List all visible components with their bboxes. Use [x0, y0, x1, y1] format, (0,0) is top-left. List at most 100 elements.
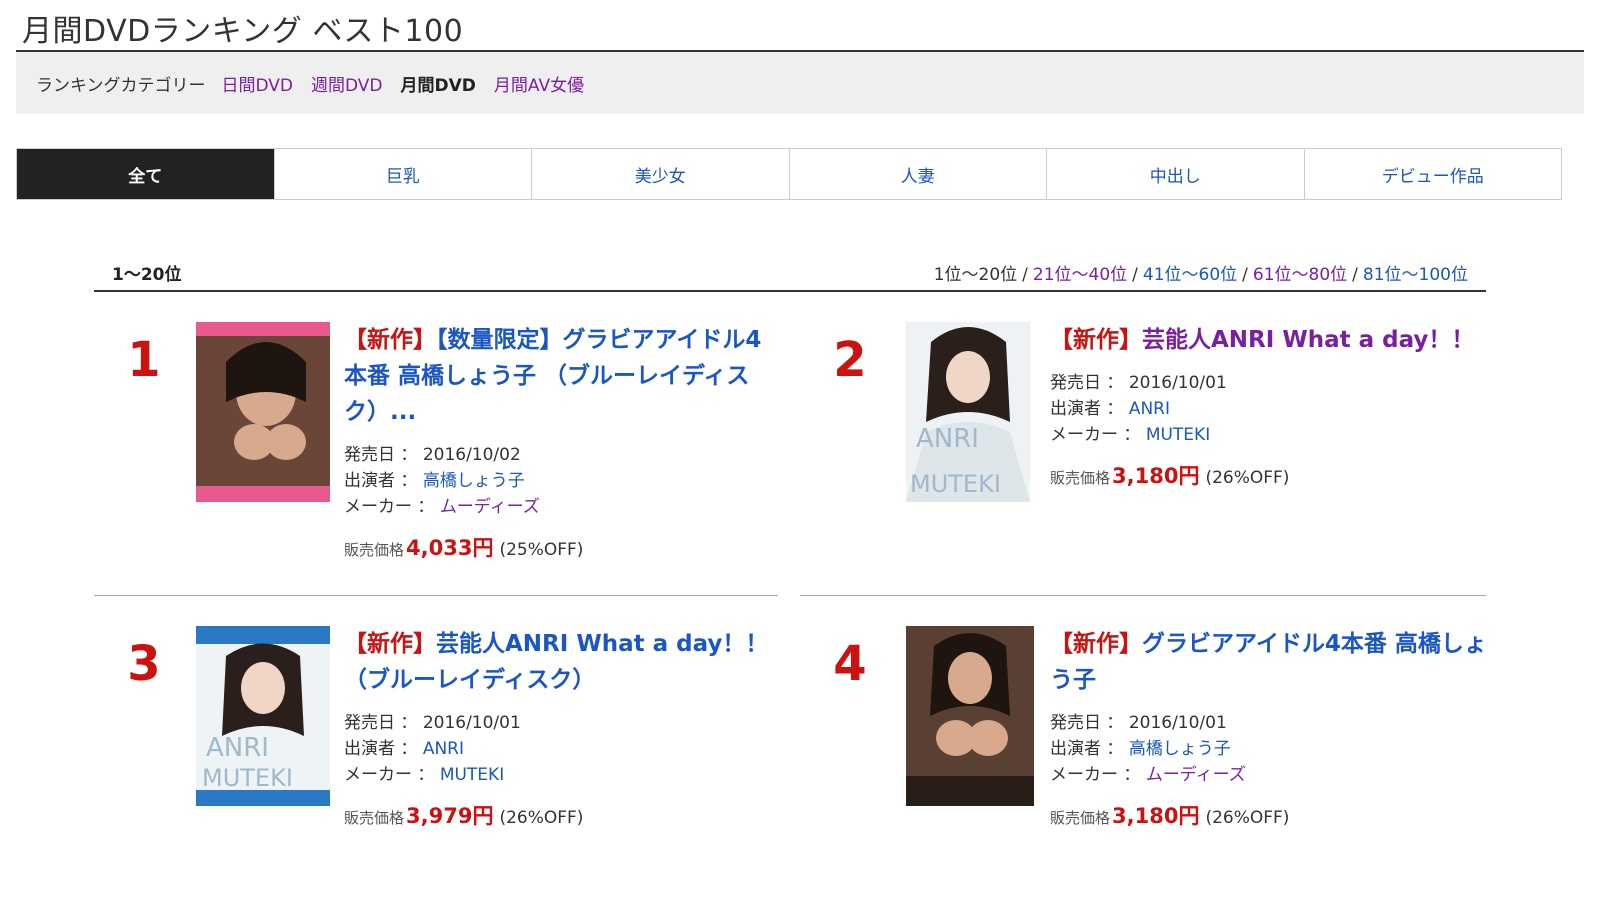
cover-image-icon: [196, 322, 330, 502]
tab-beautiful-girl[interactable]: 美少女: [531, 149, 789, 199]
product-title-link[interactable]: 【新作】【数量限定】グラビアアイドル4本番 高橋しょう子 （ブルーレイディスク）…: [344, 322, 784, 430]
performer-label: 出演者: [1050, 739, 1101, 759]
svg-text:ANRI: ANRI: [916, 424, 979, 454]
pager-separator: /: [1132, 265, 1138, 285]
cover-image-icon: [906, 626, 1034, 806]
colon: ：: [400, 471, 418, 491]
category-monthly-actress[interactable]: 月間AV女優: [494, 71, 584, 96]
release-date: 2016/10/01: [1128, 373, 1227, 393]
colon: ：: [1106, 373, 1124, 393]
release-date: 2016/10/01: [1128, 713, 1227, 733]
row-divider: [800, 595, 1486, 596]
pager-61-80[interactable]: 61位〜80位: [1253, 265, 1347, 285]
svg-text:ANRI: ANRI: [206, 733, 269, 763]
colon: ：: [417, 497, 435, 517]
category-weekly-dvd[interactable]: 週間DVD: [311, 71, 383, 96]
maker-label: メーカー: [344, 497, 412, 517]
pager-81-100[interactable]: 81位〜100位: [1363, 265, 1468, 285]
price-row: 販売価格3,180円 (26%OFF): [1050, 800, 1490, 830]
category-monthly-dvd[interactable]: 月間DVD: [401, 71, 476, 96]
price-row: 販売価格3,180円 (26%OFF): [1050, 460, 1490, 490]
tab-big-breasts[interactable]: 巨乳: [273, 149, 532, 199]
performer-link[interactable]: 高橋しょう子: [423, 471, 525, 491]
tab-married-woman[interactable]: 人妻: [788, 149, 1047, 199]
performer-link[interactable]: ANRI: [423, 739, 464, 759]
maker-label: メーカー: [344, 765, 412, 785]
release-date: 2016/10/01: [422, 713, 521, 733]
price-label: 販売価格: [1050, 809, 1111, 827]
category-daily-dvd[interactable]: 日間DVD: [222, 71, 294, 96]
colon: ：: [1123, 765, 1141, 785]
new-tag: 【新作】: [344, 327, 436, 353]
maker-link[interactable]: ムーディーズ: [1146, 765, 1246, 785]
price-label: 販売価格: [344, 809, 405, 827]
product-info: 【新作】【数量限定】グラビアアイドル4本番 高橋しょう子 （ブルーレイディスク）…: [344, 322, 784, 562]
price-value: 4,033円: [406, 536, 494, 560]
product-title-link[interactable]: 【新作】グラビアアイドル4本番 高橋しょう子: [1050, 626, 1490, 698]
price-label: 販売価格: [1050, 469, 1111, 487]
maker-link[interactable]: MUTEKI: [440, 765, 504, 785]
product-meta: 発売日 ： 2016/10/01 出演者 ： 高橋しょう子 メーカー ： ムーデ…: [1050, 710, 1490, 788]
product-thumbnail[interactable]: [196, 322, 330, 502]
product-title: 芸能人ANRI What a day！！: [1142, 327, 1475, 353]
release-date: 2016/10/02: [422, 445, 521, 465]
ranking-item: 2 ANRI MUTEKI 【新作】芸能人ANRI What a day！！ 発…: [800, 322, 1490, 602]
colon: ：: [1123, 425, 1141, 445]
tab-all[interactable]: 全て: [17, 149, 274, 199]
rank-number: 2: [833, 332, 867, 388]
performer-link[interactable]: ANRI: [1129, 399, 1170, 419]
discount: (26%OFF): [499, 808, 584, 828]
genre-tabs: 全て 巨乳 美少女 人妻 中出し デビュー作品: [16, 148, 1562, 200]
ranking-category-bar: ランキングカテゴリー 日間DVD 週間DVD 月間DVD 月間AV女優: [16, 52, 1584, 114]
tab-creampie[interactable]: 中出し: [1046, 149, 1304, 199]
price-row: 販売価格4,033円 (25%OFF): [344, 532, 784, 562]
ranking-item: 1 【新作】【数量限定】グラビアアイドル4本番 高橋しょう子 （ブルーレイディス…: [94, 322, 784, 602]
pager-41-60[interactable]: 41位〜60位: [1143, 265, 1237, 285]
category-label: ランキングカテゴリー: [36, 75, 206, 96]
colon: ：: [1106, 713, 1124, 733]
tab-debut[interactable]: デビュー作品: [1303, 149, 1562, 199]
product-info: 【新作】芸能人ANRI What a day！！（ブルーレイディスク） 発売日 …: [344, 626, 784, 830]
rank-number: 3: [127, 636, 161, 692]
release-label: 発売日: [344, 445, 395, 465]
rank-pager: 1位〜20位/21位〜40位/41位〜60位/61位〜80位/81位〜100位: [934, 258, 1486, 285]
new-tag: 【新作】: [344, 631, 436, 657]
colon: ：: [417, 765, 435, 785]
product-info: 【新作】グラビアアイドル4本番 高橋しょう子 発売日 ： 2016/10/01 …: [1050, 626, 1490, 830]
maker-label: メーカー: [1050, 765, 1118, 785]
price-value: 3,979円: [406, 804, 494, 828]
row-divider: [94, 595, 778, 596]
price-row: 販売価格3,979円 (26%OFF): [344, 800, 784, 830]
pager-separator: /: [1022, 265, 1028, 285]
release-label: 発売日: [1050, 373, 1101, 393]
product-meta: 発売日 ： 2016/10/01 出演者 ： ANRI メーカー ： MUTEK…: [1050, 370, 1490, 448]
performer-label: 出演者: [344, 739, 395, 759]
discount: (25%OFF): [499, 540, 584, 560]
cover-image-icon: ANRI MUTEKI: [906, 322, 1030, 502]
maker-link[interactable]: ムーディーズ: [440, 497, 540, 517]
product-title-link[interactable]: 【新作】芸能人ANRI What a day！！: [1050, 322, 1490, 358]
pager-21-40[interactable]: 21位〜40位: [1033, 265, 1127, 285]
cover-image-icon: ANRI MUTEKI: [196, 626, 330, 806]
svg-text:MUTEKI: MUTEKI: [202, 764, 293, 792]
colon: ：: [1106, 739, 1124, 759]
release-label: 発売日: [1050, 713, 1101, 733]
product-thumbnail[interactable]: ANRI MUTEKI: [906, 322, 1030, 502]
colon: ：: [1106, 399, 1124, 419]
maker-link[interactable]: MUTEKI: [1146, 425, 1210, 445]
price-label: 販売価格: [344, 541, 405, 559]
product-title-link[interactable]: 【新作】芸能人ANRI What a day！！（ブルーレイディスク）: [344, 626, 784, 698]
price-value: 3,180円: [1112, 464, 1200, 488]
product-thumbnail[interactable]: [906, 626, 1034, 806]
price-value: 3,180円: [1112, 804, 1200, 828]
performer-label: 出演者: [1050, 399, 1101, 419]
performer-label: 出演者: [344, 471, 395, 491]
product-thumbnail[interactable]: ANRI MUTEKI: [196, 626, 330, 806]
performer-link[interactable]: 高橋しょう子: [1129, 739, 1231, 759]
ranking-item: 3 ANRI MUTEKI 【新作】芸能人ANRI What a day！！（ブ…: [94, 626, 784, 906]
pager-separator: /: [1352, 265, 1358, 285]
maker-label: メーカー: [1050, 425, 1118, 445]
pager-separator: /: [1242, 265, 1248, 285]
rank-number: 1: [127, 332, 161, 388]
current-range: 1〜20位: [112, 265, 182, 285]
